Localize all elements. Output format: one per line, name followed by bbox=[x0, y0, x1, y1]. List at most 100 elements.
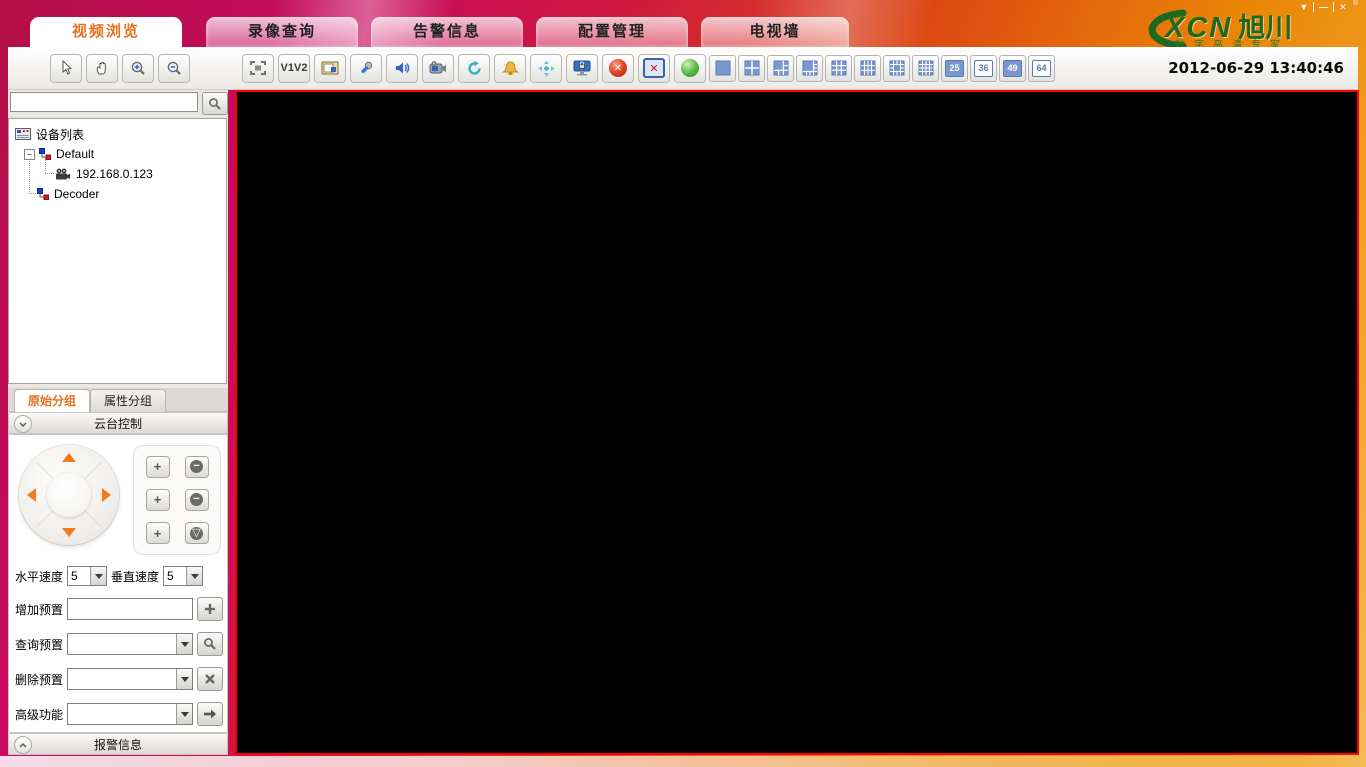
alarm-header-label: 报警信息 bbox=[93, 737, 142, 752]
iris-plus-button[interactable]: + bbox=[145, 455, 170, 478]
dropdown-arrow-button[interactable] bbox=[90, 567, 107, 585]
delete-preset-button[interactable] bbox=[197, 667, 223, 691]
device-search-button[interactable] bbox=[202, 92, 228, 115]
run-advanced-button[interactable] bbox=[197, 702, 223, 726]
camcorder-icon bbox=[429, 60, 446, 73]
dropdown-arrow-button[interactable] bbox=[176, 669, 192, 689]
horizontal-speed-select[interactable]: 5 bbox=[67, 566, 108, 586]
chevron-down-icon bbox=[180, 676, 189, 682]
vertical-speed-select[interactable]: 5 bbox=[163, 566, 204, 586]
tree-node-decoder[interactable]: Decoder bbox=[37, 185, 99, 203]
alarm-bell-button[interactable] bbox=[494, 53, 526, 83]
close-all-button[interactable]: ✕ bbox=[638, 53, 670, 83]
stream-toggle-button[interactable]: V1V2 bbox=[278, 53, 310, 83]
layout-6-button[interactable] bbox=[767, 54, 794, 82]
tab-config-management[interactable]: 配置管理 bbox=[536, 17, 688, 47]
group-node-icon bbox=[39, 148, 51, 160]
ptz-panel-button[interactable] bbox=[530, 53, 562, 83]
query-preset-row: 查询预置 bbox=[15, 632, 223, 656]
group-node-icon bbox=[37, 188, 49, 200]
dropdown-arrow-button[interactable] bbox=[176, 704, 192, 724]
layout-8-button[interactable] bbox=[796, 54, 823, 82]
layout-10-button[interactable] bbox=[854, 54, 881, 82]
layout-25-button[interactable]: 25 bbox=[941, 54, 968, 82]
add-preset-button[interactable] bbox=[197, 597, 223, 621]
zoom-in-icon bbox=[131, 61, 145, 75]
stop-button[interactable]: ✕ bbox=[602, 53, 634, 83]
talk-button[interactable] bbox=[350, 53, 382, 83]
tree-connector bbox=[45, 173, 54, 174]
query-preset-select[interactable] bbox=[67, 633, 193, 655]
dropdown-arrow-button[interactable] bbox=[186, 567, 203, 585]
layout-4-button[interactable] bbox=[738, 54, 765, 82]
group-tab-bar: 原始分组 属性分组 bbox=[8, 388, 228, 412]
ptz-right-arrow[interactable] bbox=[102, 488, 111, 502]
video-display-area[interactable] bbox=[235, 90, 1359, 755]
record-button[interactable] bbox=[422, 53, 454, 83]
query-preset-label: 查询预置 bbox=[15, 637, 64, 652]
tab-attribute-group[interactable]: 属性分组 bbox=[90, 389, 166, 412]
layout-16-button[interactable] bbox=[912, 54, 939, 82]
layout-1-button[interactable] bbox=[709, 54, 736, 82]
ptz-up-arrow[interactable] bbox=[62, 453, 76, 462]
tab-alarm-info[interactable]: 告警信息 bbox=[371, 17, 523, 47]
layout-8-icon bbox=[802, 60, 817, 76]
refresh-button[interactable] bbox=[458, 53, 490, 83]
advanced-function-select[interactable] bbox=[67, 703, 193, 725]
layout-9-button[interactable] bbox=[825, 54, 852, 82]
fullscreen-button[interactable] bbox=[242, 53, 274, 83]
ptz-header-label: 云台控制 bbox=[93, 416, 142, 431]
ptz-down-arrow[interactable] bbox=[62, 528, 76, 537]
zoom-plus-button[interactable]: + bbox=[145, 488, 170, 511]
add-preset-input[interactable] bbox=[67, 598, 193, 620]
brand-logo: XCN 旭川 数字高清专家 bbox=[1139, 6, 1354, 51]
microphone-icon bbox=[361, 61, 373, 74]
ptz-center-button[interactable] bbox=[47, 473, 91, 517]
layout-25-icon: 25 bbox=[945, 59, 964, 77]
dropdown-arrow-button[interactable] bbox=[176, 634, 192, 654]
close-icon bbox=[205, 674, 215, 684]
ptz-left-arrow[interactable] bbox=[27, 488, 36, 502]
tab-video-browse[interactable]: 视频浏览 bbox=[30, 17, 182, 47]
layout-13-button[interactable] bbox=[883, 54, 910, 82]
zoom-minus-button[interactable]: − bbox=[184, 488, 209, 511]
tree-leaf-camera[interactable]: 192.168.0.123 bbox=[54, 165, 153, 183]
focus-plus-button[interactable]: + bbox=[145, 522, 170, 545]
collapse-icon[interactable]: − bbox=[24, 148, 35, 160]
audio-button[interactable] bbox=[386, 53, 418, 83]
ptz-panel-header[interactable]: 云台控制 bbox=[8, 412, 228, 434]
layout-36-button[interactable]: 36 bbox=[970, 54, 997, 82]
zoom-in-tool-button[interactable] bbox=[122, 53, 154, 83]
iris-minus-button[interactable]: − bbox=[184, 455, 209, 478]
device-list-icon bbox=[15, 128, 31, 140]
screen-lock-button[interactable] bbox=[566, 53, 598, 83]
layout-49-button[interactable]: 49 bbox=[999, 54, 1026, 82]
chevron-up-icon bbox=[19, 742, 27, 747]
tab-recording-query[interactable]: 录像查询 bbox=[206, 17, 358, 47]
search-icon bbox=[209, 97, 221, 110]
hand-pan-tool-button[interactable] bbox=[86, 53, 118, 83]
expand-alarm-button[interactable] bbox=[14, 736, 32, 754]
device-search-input[interactable] bbox=[10, 92, 198, 112]
layout-64-button[interactable]: 64 bbox=[1028, 54, 1055, 82]
focus-minus-button[interactable]: ▽ bbox=[184, 522, 209, 545]
tab-tv-wall[interactable]: 电视墙 bbox=[701, 17, 849, 47]
tab-original-group[interactable]: 原始分组 bbox=[14, 389, 90, 412]
layout-9-icon bbox=[831, 60, 846, 76]
connect-button[interactable] bbox=[674, 53, 706, 83]
collapse-ptz-button[interactable] bbox=[14, 415, 32, 433]
alarm-bell-icon bbox=[501, 60, 519, 75]
layout-16-icon bbox=[918, 60, 933, 76]
alarm-panel-header[interactable]: 报警信息 bbox=[8, 733, 228, 755]
tree-root-device-list[interactable]: 设备列表 bbox=[15, 125, 84, 143]
query-preset-button[interactable] bbox=[197, 632, 223, 656]
tree-node-default[interactable]: − Default bbox=[24, 145, 94, 163]
ptz-control-panel: + − + − + ▽ 水平速度 5 垂直速度 5 增加预置 查询预置 删除预置… bbox=[8, 434, 228, 733]
zoom-out-tool-button[interactable] bbox=[158, 53, 190, 83]
cursor-tool-button[interactable] bbox=[50, 53, 82, 83]
delete-preset-select[interactable] bbox=[67, 668, 193, 690]
snapshot-button[interactable] bbox=[314, 53, 346, 83]
tree-node-label: Default bbox=[56, 147, 95, 161]
horizontal-speed-label: 水平速度 bbox=[15, 569, 64, 584]
focus-minus-icon: ▽ bbox=[190, 526, 203, 540]
